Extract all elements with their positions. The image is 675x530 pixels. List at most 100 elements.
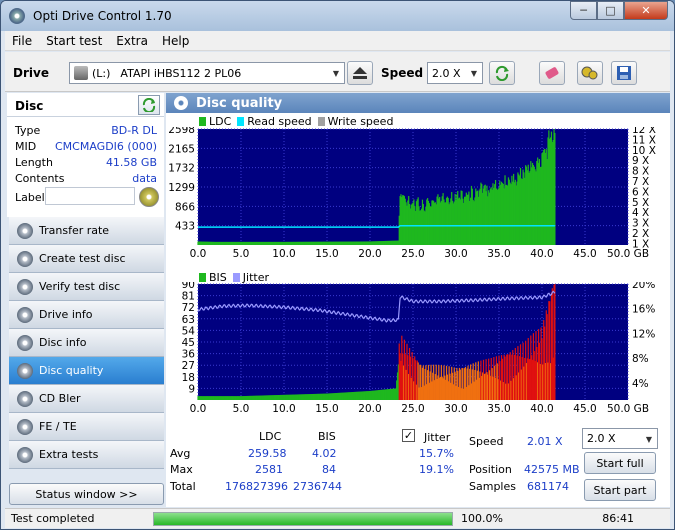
y-right-tick-label: 4% [632,378,649,390]
y-left-tick-label: 63 [182,314,195,326]
disc-panel-title: Disc [15,99,44,113]
nav-disc-info[interactable]: Disc info [9,329,164,357]
start-part-button[interactable]: Start part [584,479,656,501]
y-left-tick-label: 27 [182,360,195,372]
chevron-down-icon: ▼ [645,434,653,444]
eject-icon [353,67,367,79]
y-left-tick-label: 54 [182,325,196,337]
maximize-button[interactable]: □ [597,1,624,20]
y-right-tick-label: 16% [632,304,655,316]
disc-refresh-button[interactable] [138,95,160,115]
samples-value: 681174 [527,480,569,493]
x-tick-label: 25.0 [401,403,424,415]
gears-icon [581,66,598,80]
menu-help[interactable]: Help [155,34,196,48]
refresh-icon [142,98,156,112]
ldc-chart: 0.0 5.0 10.0 15.0 20.0 25.0 30.0 35.0 40.0 45.0 50… [168,127,656,260]
eraser-icon [545,67,559,79]
drive-select[interactable]: (L:) ATAPI iHBS112 2 PL06 ▼ [69,62,345,84]
refresh-speed-button[interactable] [489,61,515,85]
close-button[interactable]: ✕ [624,1,668,20]
erase-button[interactable] [539,61,565,85]
x-tick-label: 5.0 [233,248,250,260]
drive-letter: (L:) [92,66,111,80]
x-tick-label: 20.0 [358,248,381,260]
disc-label-icon[interactable] [139,187,159,207]
drive-label: Drive [13,66,49,80]
y-left-tick-label: 866 [175,201,195,213]
total-bis: 2736744 [293,480,342,493]
nav-disc-quality[interactable]: Disc quality [9,357,164,385]
speed-result-label: Speed [469,435,504,448]
col-ldc-header: LDC [259,430,282,443]
position-label: Position [469,463,512,476]
y-left-tick-label: 45 [182,337,195,349]
window-title: Opti Drive Control 1.70 [33,9,172,23]
x-tick-label: 15.0 [315,248,338,260]
max-ldc: 2581 [255,463,283,476]
x-tick-label: 45.0 [573,403,596,415]
disc-length-row: Length 41.58 GB [15,156,157,169]
write-speed-swatch [317,117,325,126]
y-left-tick-label: 1732 [168,163,195,175]
speed-select-value: 2.0 X [432,66,461,80]
refresh-icon [495,65,509,81]
y-right-tick-label: 8% [632,353,649,365]
drive-icon [74,66,88,80]
panel-header: Disc quality [166,93,670,113]
bis-swatch [199,273,206,282]
avg-bis: 4.02 [312,447,337,460]
x-tick-label: 5.0 [233,403,250,415]
bis-jitter-chart: 0.0 5.0 10.0 15.0 20.0 25.0 30.0 35.0 40.0 45.0 50… [182,282,656,415]
speed-result-value: 2.01 X [527,435,563,448]
disc-info-panel: Type BD-R DL MID CMCMAGDI6 (000) Length 41.… [7,117,164,217]
eject-button[interactable] [347,61,373,85]
nav-cd-bler[interactable]: CD Bler [9,385,164,413]
y-left-tick-label: 72 [182,302,195,314]
test-nav: Transfer rate Create test disc Verify te… [9,217,164,469]
x-tick-label: 25.0 [401,248,424,260]
disc-quality-icon [174,96,188,110]
progress-bar [153,512,453,526]
col-bis-header: BIS [318,430,336,443]
disc-icon [17,250,33,267]
speed-select[interactable]: 2.0 X ▼ [427,62,483,84]
toolbar: Drive (L:) ATAPI iHBS112 2 PL06 ▼ Speed … [5,52,670,92]
x-tick-label: 40.0 [530,248,553,260]
menu-extra[interactable]: Extra [109,34,155,48]
x-tick-label: 30.0 [444,403,467,415]
position-value: 42575 MB [524,463,580,476]
menu-start-test[interactable]: Start test [39,34,109,48]
nav-create-test-disc[interactable]: Create test disc [9,245,164,273]
jitter-checkbox[interactable]: ✓ [402,429,415,442]
nav-drive-info[interactable]: Drive info [9,301,164,329]
nav-extra-tests[interactable]: Extra tests [9,441,164,469]
y-right-tick-label: 12% [632,328,655,340]
x-tick-label: 35.0 [487,248,510,260]
save-button[interactable] [611,61,637,85]
panel-title: Disc quality [196,95,283,111]
y-left-tick-label: 18 [182,372,195,384]
disc-label-key: Label [15,191,45,204]
floppy-icon [617,66,631,80]
disc-quality-panel: Disc quality LDC Read speed Write speed … [166,93,670,507]
nav-verify-test-disc[interactable]: Verify test disc [9,273,164,301]
x-tick-label: 30.0 [444,248,467,260]
disc-panel-header: Disc [7,93,164,117]
y-right-tick-label: 1 X [632,238,649,250]
minimize-button[interactable]: ─ [570,1,597,20]
menu-file[interactable]: File [5,34,39,48]
read-speed-swatch [237,117,245,126]
avg-label: Avg [170,447,191,460]
nav-fe-te[interactable]: FE / TE [9,413,164,441]
disc-icon [17,222,33,239]
disc-mid-row: MID CMCMAGDI6 (000) [15,140,157,153]
x-tick-label: 35.0 [487,403,510,415]
settings-button[interactable] [577,61,603,85]
x-tick-label: 50.0 GB [607,403,649,415]
nav-transfer-rate[interactable]: Transfer rate [9,217,164,245]
status-window-button[interactable]: Status window >> [9,483,164,505]
test-speed-select[interactable]: 2.0 X ▼ [582,428,658,449]
start-full-button[interactable]: Start full [584,452,656,474]
disc-label-input[interactable] [45,187,135,205]
